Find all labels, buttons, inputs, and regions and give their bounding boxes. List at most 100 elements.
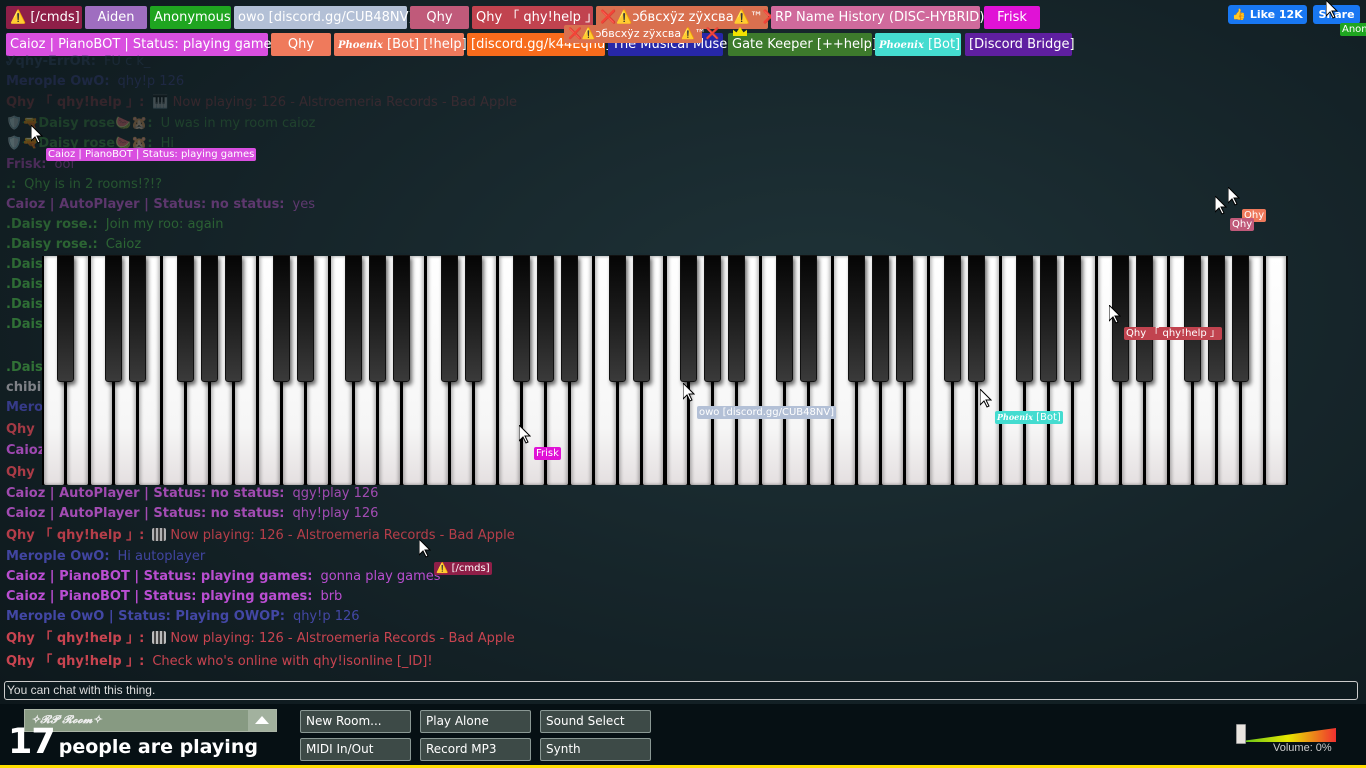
black-key[interactable] xyxy=(297,255,315,382)
chat-nick[interactable]: chibi: xyxy=(6,380,46,395)
black-key[interactable] xyxy=(440,255,458,382)
black-key[interactable] xyxy=(704,255,722,382)
synth-button[interactable]: Synth xyxy=(540,738,651,761)
chat-input[interactable]: You can chat with this thing. xyxy=(4,681,1358,700)
black-key[interactable] xyxy=(201,255,219,382)
participant-tag[interactable]: Gate Keeper [++help] xyxy=(728,33,877,56)
record-mp3-button[interactable]: Record MP3 xyxy=(420,738,531,761)
black-key[interactable] xyxy=(392,255,410,382)
white-key[interactable] xyxy=(1265,256,1287,485)
black-key[interactable] xyxy=(944,255,962,382)
chat-message: 🛡️🔫Daisy rose🍉🐹: U was in my room caioz xyxy=(6,114,316,134)
participant-tag[interactable]: ⚠️ [/cmds] xyxy=(6,6,82,29)
chat-text: FU c k_ xyxy=(103,54,151,69)
chat-nick[interactable]: Ꮍqhy-ErrOR: xyxy=(6,54,96,69)
black-key[interactable] xyxy=(225,255,243,382)
black-key[interactable] xyxy=(105,255,123,382)
black-key[interactable] xyxy=(560,255,578,382)
black-key[interactable] xyxy=(129,255,147,382)
chat-nick[interactable]: Qhy 「 qhy!help 」: xyxy=(6,95,144,110)
chat-nick[interactable]: Merople OwO: xyxy=(6,549,110,564)
participant-tag[interactable]: Phoenix [Bot] xyxy=(875,33,961,56)
chat-nick[interactable]: Caioz | PianoBOT | Status: playing games… xyxy=(6,589,312,604)
black-key[interactable] xyxy=(177,255,195,382)
bottom-controls: ✧𝓡𝓟 𝓡𝓸𝓸𝓶✧ 17 people are playing New Room.… xyxy=(0,704,1366,768)
black-key[interactable] xyxy=(968,255,985,382)
black-key[interactable] xyxy=(896,255,914,382)
chat-message: Ꮍqhy-ErrOR: FU c k_ xyxy=(6,52,150,72)
black-key[interactable] xyxy=(1207,255,1225,382)
chat-text: qgy!play 126 xyxy=(292,486,379,501)
play-alone-button[interactable]: Play Alone xyxy=(420,710,531,733)
black-key[interactable] xyxy=(1231,255,1249,382)
chat-message: Qhy 「 qhy!help 」: Check who's online with… xyxy=(6,652,433,672)
cursor-name-tag: Caioz | PianoBOT | Status: playing games xyxy=(46,148,257,161)
black-key[interactable] xyxy=(1063,255,1081,382)
cursor-name: Qhy xyxy=(1232,219,1253,230)
thumbs-up-icon: 👍 xyxy=(1232,8,1246,21)
black-key[interactable] xyxy=(728,255,746,382)
chat-nick[interactable]: Frisk: xyxy=(6,157,47,172)
cursor-name: Qhy 「 qhy!help 」 xyxy=(1126,328,1220,339)
cursor-name-tag: Qhy xyxy=(1230,218,1255,231)
black-key[interactable] xyxy=(776,255,794,382)
midi-button[interactable]: MIDI In/Out xyxy=(300,738,411,761)
black-key[interactable] xyxy=(464,255,482,382)
chat-nick[interactable]: .Daisy rose.: xyxy=(6,217,98,232)
participant-name: [Discord Bridge] xyxy=(969,37,1075,52)
chat-text: 🎹 Now playing: 126 - Alstroemeria Record… xyxy=(152,95,518,110)
chat-nick[interactable]: Caioz | PianoBOT | Status: playing games… xyxy=(6,569,312,584)
piano-keyboard[interactable] xyxy=(42,255,1288,485)
black-key[interactable] xyxy=(872,255,890,382)
participant-tag[interactable]: Frisk xyxy=(984,6,1040,29)
chat-nick[interactable]: Caioz | AutoPlayer | Status: no status: xyxy=(6,486,285,501)
chat-nick[interactable]: Qhy 「 qhy!help 」: xyxy=(6,631,144,646)
chat-nick[interactable]: Merople OwO | Status: Playing OWOP: xyxy=(6,609,285,624)
cursor-name: [Bot] xyxy=(1036,412,1061,423)
participant-tag[interactable]: RP Name History (DISC-HYBRID) xyxy=(771,6,984,29)
participant-tag[interactable]: owo [discord.gg/CUB48NV] xyxy=(234,6,414,29)
chat-nick[interactable]: Caioz | AutoPlayer | Status: no status: xyxy=(6,197,285,212)
black-key[interactable] xyxy=(1135,255,1153,382)
chat-nick[interactable]: Qhy 「 qhy!help 」: xyxy=(6,654,144,669)
facebook-like-button[interactable]: 👍 Like 12K xyxy=(1228,5,1307,24)
volume-handle[interactable] xyxy=(1236,724,1246,744)
participant-tag[interactable]: Qhy xyxy=(410,6,469,29)
participant-name: RP Name History (DISC-HYBRID) xyxy=(775,10,985,25)
participant-name: owo [discord.gg/CUB48NV] xyxy=(238,10,414,25)
chat-text: Check who's online with qhy!isonline [_I… xyxy=(152,654,433,669)
chat-message: Caioz | PianoBOT | Status: playing games… xyxy=(6,567,441,587)
black-key[interactable] xyxy=(273,255,291,382)
black-key[interactable] xyxy=(608,255,626,382)
black-key[interactable] xyxy=(1015,255,1033,382)
black-key[interactable] xyxy=(800,255,818,382)
chat-nick[interactable]: .: xyxy=(6,177,16,192)
cursor-name-tag: Phoenix [Bot] xyxy=(995,411,1063,424)
black-key[interactable] xyxy=(536,255,554,382)
black-key[interactable] xyxy=(848,255,866,382)
chat-nick[interactable]: .Daisy rose.: xyxy=(6,237,98,252)
new-room-button[interactable]: New Room... xyxy=(300,710,411,733)
volume-track[interactable] xyxy=(1240,728,1336,742)
black-key[interactable] xyxy=(345,255,362,382)
participant-tag[interactable]: [Discord Bridge] xyxy=(965,33,1075,56)
chat-message: .Daisy rose.: Join my roo: again xyxy=(6,215,224,235)
black-key[interactable] xyxy=(57,255,75,382)
black-key[interactable] xyxy=(632,255,650,382)
cursor-name-prefix: Phoenix xyxy=(997,412,1033,422)
chat-message: Caioz | AutoPlayer | Status: no status: q… xyxy=(6,504,378,524)
black-key[interactable] xyxy=(1183,255,1201,382)
cursor-name: Anon xyxy=(1342,24,1366,35)
chat-nick[interactable]: Qhy 「 qhy!help 」: xyxy=(6,528,144,543)
chat-text: Qhy is in 2 rooms!?!? xyxy=(24,177,162,192)
chat-nick[interactable]: Caioz | AutoPlayer | Status: no status: xyxy=(6,506,285,521)
black-key[interactable] xyxy=(1039,255,1057,382)
black-key[interactable] xyxy=(368,255,386,382)
black-key[interactable] xyxy=(680,255,698,382)
chat-nick[interactable]: Merople OwO: xyxy=(6,74,110,89)
sound-select-button[interactable]: Sound Select xyxy=(540,710,651,733)
black-key[interactable] xyxy=(512,255,530,382)
chat-nick[interactable]: 🛡️🔫Daisy rose🍉🐹: xyxy=(6,116,153,131)
participant-tag[interactable]: Anonymous xyxy=(150,6,231,29)
participant-tag[interactable]: Aiden xyxy=(85,6,147,29)
